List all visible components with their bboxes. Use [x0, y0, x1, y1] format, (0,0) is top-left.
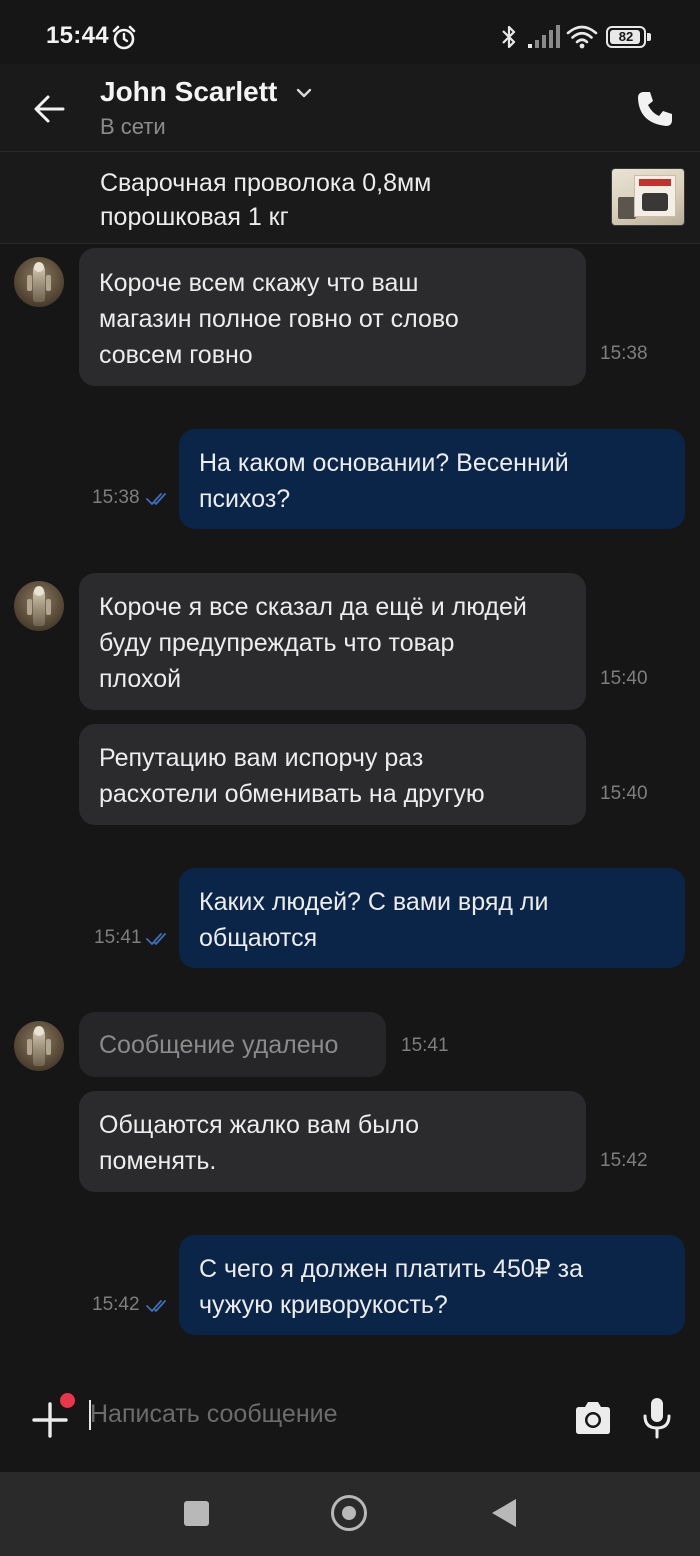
nav-back-button[interactable]	[490, 1497, 518, 1529]
double-check-icon	[146, 493, 166, 505]
phone-icon	[638, 92, 672, 126]
deleted-message-bubble[interactable]: Сообщение удалено	[79, 1012, 386, 1077]
status-time: 15:44	[46, 22, 109, 49]
message-bubble-incoming[interactable]: Короче всем скажу что ваш магазин полное…	[79, 248, 586, 386]
battery-tip	[647, 33, 651, 41]
message-text: Короче всем скажу что ваш магазин полное…	[99, 269, 459, 369]
double-check-icon	[146, 933, 166, 945]
contact-status: В сети	[100, 114, 166, 139]
product-title: Сварочная проволока 0,8мм порошковая 1 к…	[100, 169, 432, 231]
message-time: 15:42	[92, 1294, 140, 1315]
message-bubble-incoming[interactable]: Репутацию вам испорчу раз расхотели обме…	[79, 724, 586, 825]
message-time: 15:41	[94, 927, 142, 948]
message-text: С чего я должен платить 450₽ за чужую кр…	[199, 1255, 583, 1319]
message-bubble-outgoing[interactable]: Каких людей? С вами вряд ли общаются	[179, 868, 685, 968]
status-bar: 15:44 82	[0, 0, 700, 64]
back-button[interactable]	[28, 88, 70, 130]
notification-dot	[60, 1393, 75, 1408]
avatar[interactable]	[14, 581, 64, 631]
bluetooth-icon	[502, 25, 516, 49]
camera-icon[interactable]	[572, 1398, 614, 1438]
home-dot-icon	[342, 1506, 356, 1520]
chat-header: John Scarlett В сети	[0, 64, 700, 152]
composer-bar	[0, 1380, 700, 1472]
message-input[interactable]	[90, 1394, 540, 1434]
battery-indicator: 82	[606, 26, 646, 48]
signal-icon	[528, 25, 560, 48]
contact-name[interactable]: John Scarlett	[100, 76, 277, 108]
message-time: 15:40	[600, 668, 648, 689]
chevron-down-icon[interactable]	[294, 84, 314, 102]
product-thumbnail[interactable]	[611, 168, 685, 226]
system-nav-bar	[0, 1472, 700, 1556]
alarm-icon	[112, 25, 136, 50]
avatar[interactable]	[14, 1021, 64, 1071]
message-text: На каком основании? Весенний психоз?	[199, 449, 569, 513]
message-bubble-outgoing[interactable]: С чего я должен платить 450₽ за чужую кр…	[179, 1235, 685, 1335]
avatar[interactable]	[14, 257, 64, 307]
message-bubble-incoming[interactable]: Общаются жалко вам было поменять.	[79, 1091, 586, 1192]
message-bubble-incoming[interactable]: Короче я все сказал да ещё и людей буду …	[79, 573, 586, 710]
message-text: Короче я все сказал да ещё и людей буду …	[99, 593, 527, 693]
double-check-icon	[146, 1300, 166, 1312]
call-button[interactable]	[632, 86, 678, 132]
message-text: Общаются жалко вам было поменять.	[99, 1111, 419, 1175]
message-time: 15:42	[600, 1150, 648, 1171]
message-time: 15:38	[600, 343, 648, 364]
message-time: 15:38	[92, 487, 140, 508]
message-time: 15:41	[401, 1035, 449, 1056]
product-banner[interactable]: Сварочная проволока 0,8мм порошковая 1 к…	[0, 152, 700, 244]
battery-level: 82	[618, 29, 634, 44]
arrow-left-icon	[34, 95, 65, 123]
recents-button[interactable]	[184, 1501, 209, 1526]
message-text: Сообщение удалено	[99, 1031, 339, 1059]
message-time: 15:40	[600, 783, 648, 804]
message-text: Репутацию вам испорчу раз расхотели обме…	[99, 744, 485, 808]
microphone-icon[interactable]	[640, 1396, 674, 1440]
message-bubble-outgoing[interactable]: На каком основании? Весенний психоз?	[179, 429, 685, 529]
home-button[interactable]	[331, 1495, 367, 1531]
message-text: Каких людей? С вами вряд ли общаются	[199, 888, 549, 952]
wifi-icon	[566, 25, 598, 49]
